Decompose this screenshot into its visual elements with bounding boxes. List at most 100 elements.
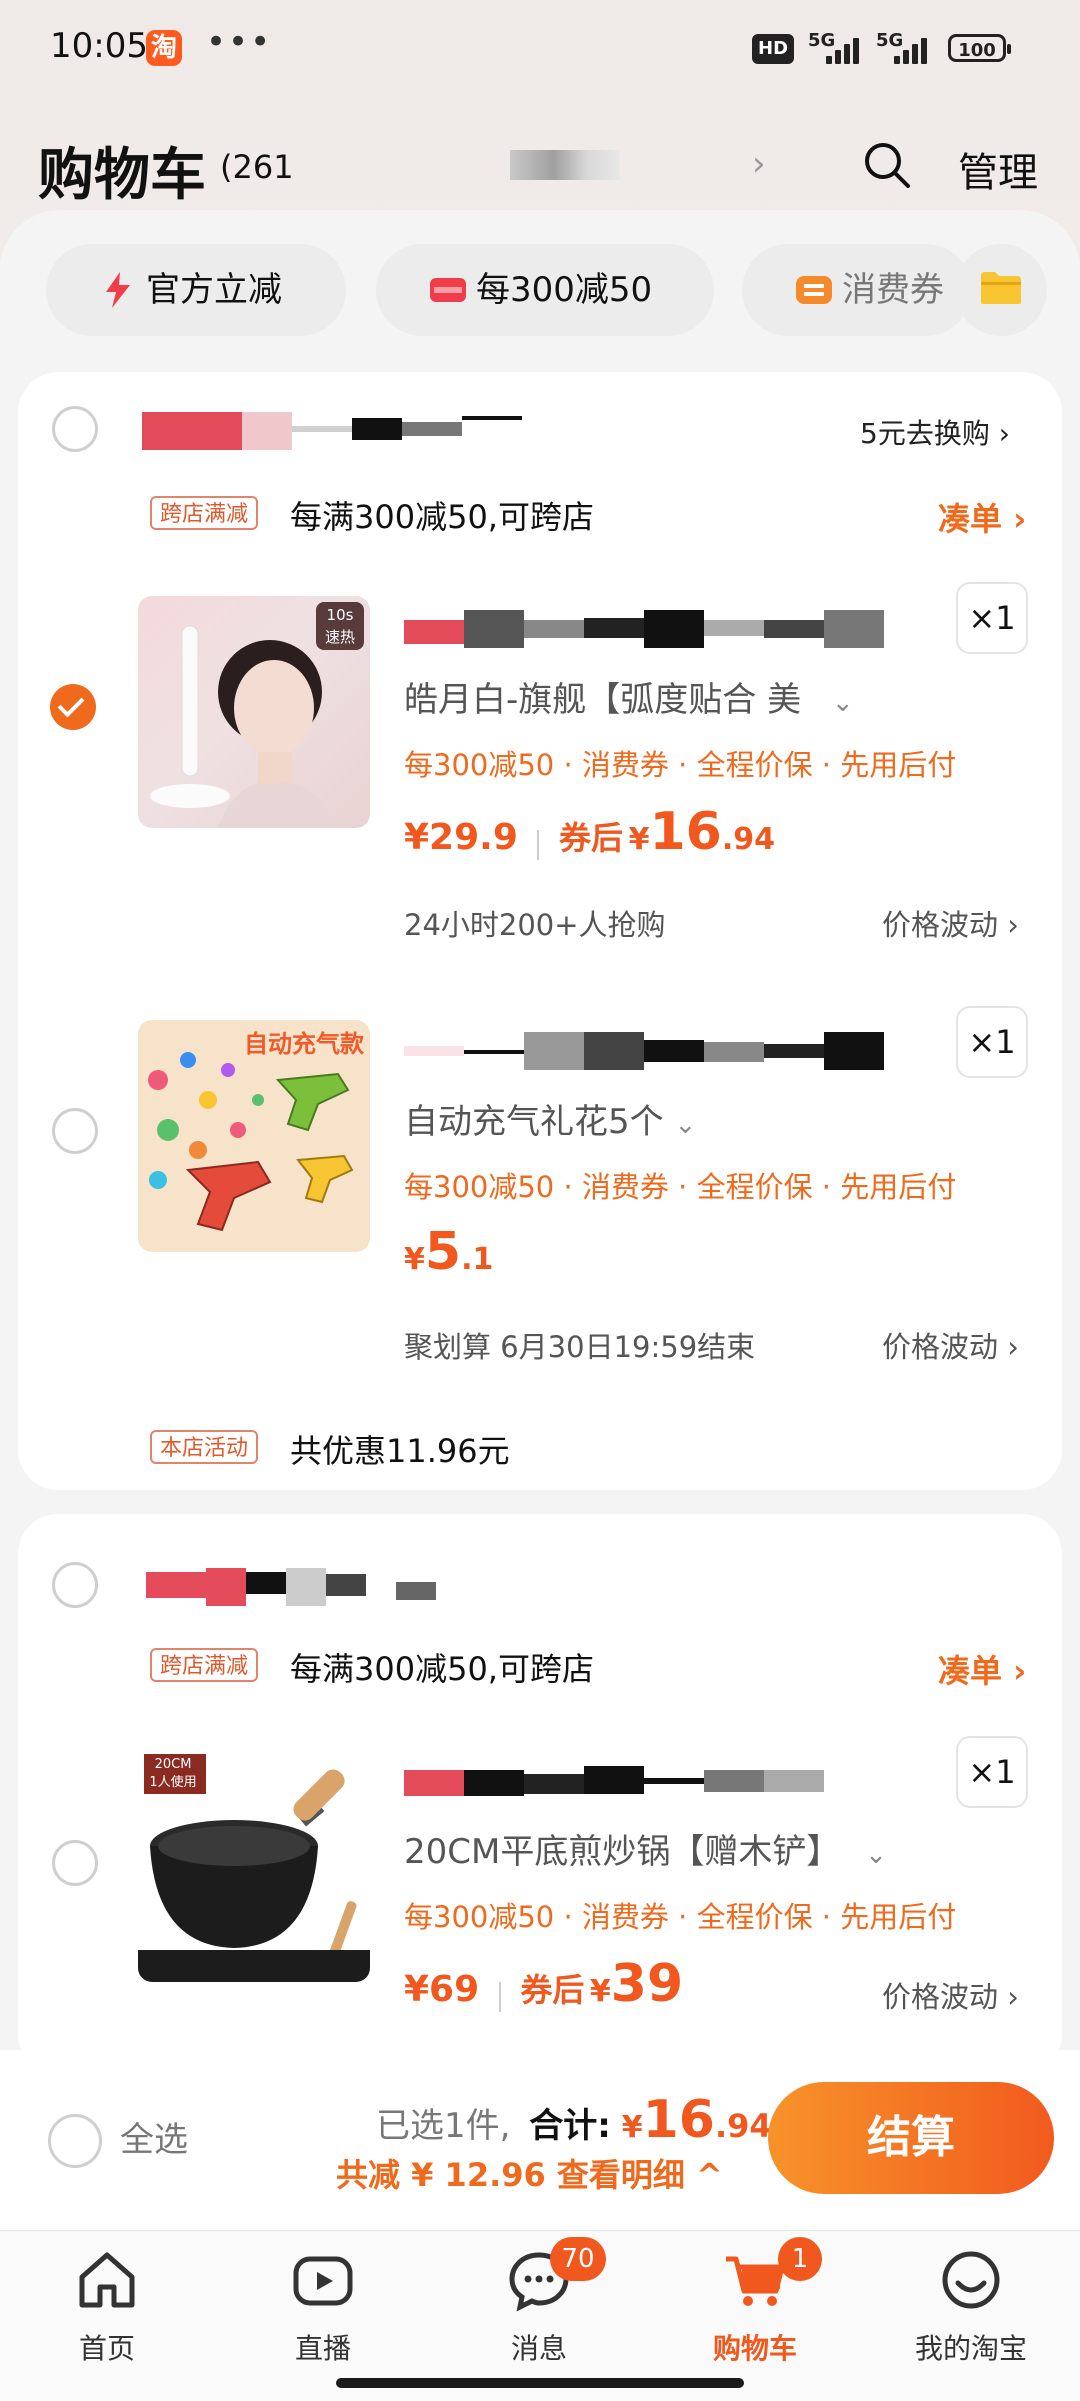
bottom-tab-bar: 首页 直播 消息 70 购物车 1 我的淘宝: [0, 2230, 1080, 2401]
benefits-text: 每300减50 · 消费券 · 全程价保 · 先用后付: [404, 748, 957, 782]
coudan-link[interactable]: 凑单 ›: [938, 1646, 1026, 1692]
cart-count: (261: [220, 148, 294, 186]
chip-label: 官方立减: [146, 270, 282, 310]
store-card: 5元去换购 › 跨店满减 每满300减50,可跨店 凑单 › 10s 速热 ×1 …: [18, 372, 1062, 1490]
total-label: 合计:: [529, 2106, 611, 2146]
quantity-button[interactable]: ×1: [956, 582, 1028, 654]
coudan-link[interactable]: 凑单 ›: [938, 494, 1026, 540]
thumb-badge: 10s 速热: [316, 602, 364, 650]
discount-detail-link[interactable]: 共减 ¥ 12.96 查看明细 ^: [336, 2150, 723, 2196]
item-select-checkbox[interactable]: [52, 1840, 98, 1886]
settlement-bar: 全选 已选1件, 合计: ¥16.94 共减 ¥ 12.96 查看明细 ^ 结算: [0, 2050, 1080, 2230]
store-select-checkbox[interactable]: [52, 1562, 98, 1608]
cross-store-tag: 跨店满减: [150, 496, 259, 530]
select-all-checkbox[interactable]: [48, 2114, 102, 2168]
promo-text: 每满300减50,可跨店: [290, 498, 594, 536]
selection-summary: 已选1件, 合计: ¥16.94: [376, 2090, 772, 2150]
signal-icon: [894, 36, 934, 64]
chip-official-discount[interactable]: 官方立减: [46, 244, 346, 336]
chip-300-minus-50[interactable]: 每300减50: [376, 244, 714, 336]
thumb-badge: 20CM 1人使用: [149, 1757, 197, 1790]
promo-text: 每满300减50,可跨店: [290, 1650, 594, 1688]
filter-chips: 官方立减 每300减50 消费券: [0, 244, 1080, 340]
quantity-button[interactable]: ×1: [956, 1006, 1028, 1078]
lightning-icon: [106, 272, 130, 308]
current-price: 5: [424, 1222, 462, 1282]
sales-meta: 24小时200+人抢购: [404, 908, 666, 942]
shop-discount-text: 共优惠11.96元: [290, 1432, 510, 1470]
status-time: 10:05: [50, 26, 148, 66]
profile-icon: [942, 2251, 1000, 2309]
live-icon: [293, 2256, 353, 2306]
more-dots-icon: •••: [206, 22, 273, 62]
chip-label: 消费券: [842, 270, 944, 310]
chip-voucher[interactable]: 消费券: [742, 244, 972, 336]
store-name-blurred[interactable]: [142, 412, 522, 450]
coupon-icon: [430, 278, 466, 302]
home-indicator[interactable]: [336, 2378, 744, 2388]
price-row: ¥5.1: [404, 1222, 494, 1282]
product-title-blurred[interactable]: [404, 1762, 884, 1800]
price-row: ¥29.9 券后 ¥16.94: [404, 802, 776, 862]
signal-icon: [826, 36, 866, 64]
cross-store-tag: 跨店满减: [150, 1648, 259, 1682]
chevron-down-icon: ⌄: [674, 1110, 697, 1140]
tab-home[interactable]: 首页: [22, 2245, 192, 2367]
price-fluctuation-link[interactable]: 价格波动 ›: [882, 1324, 1019, 1366]
exchange-link[interactable]: 5元去换购 ›: [860, 412, 1010, 452]
select-all-label[interactable]: 全选: [120, 2112, 188, 2161]
deal-meta: 聚划算 6月30日19:59结束: [404, 1330, 756, 1364]
thumb-text: 自动充气款: [244, 1030, 364, 1058]
battery-icon: 100: [948, 34, 1011, 62]
item-select-checkbox[interactable]: [52, 1108, 98, 1154]
folder-button[interactable]: [955, 244, 1047, 336]
chevron-down-icon: ⌄: [865, 1840, 887, 1870]
after-coupon-price: 39: [610, 1954, 684, 2014]
tab-messages[interactable]: 消息 70: [454, 2237, 624, 2367]
message-badge: 70: [550, 2237, 606, 2281]
manage-button[interactable]: 管理: [958, 140, 1038, 198]
chevron-right-icon[interactable]: ›: [752, 144, 766, 184]
search-icon[interactable]: [862, 140, 912, 190]
selected-count: 已选1件,: [376, 2106, 511, 2146]
status-bar: 10:05 淘 ••• HD 5G 5G 100: [0, 0, 1080, 96]
benefits-text: 每300减50 · 消费券 · 全程价保 · 先用后付: [404, 1170, 957, 1204]
cart-badge: 1: [778, 2237, 822, 2281]
price-row: ¥69 券后 ¥39: [404, 1954, 684, 2014]
total-amount: 16: [642, 2090, 715, 2150]
chip-label: 每300减50: [476, 270, 653, 310]
page-title: 购物车: [38, 143, 206, 208]
product-thumbnail[interactable]: 20CM 1人使用: [138, 1750, 370, 1982]
after-coupon-label: 券后: [559, 819, 624, 857]
original-price: ¥29.9: [404, 817, 518, 858]
checkout-button[interactable]: 结算: [768, 2082, 1054, 2194]
sku-selector[interactable]: 20CM平底煎炒锅【赠木铲】 ⌄: [404, 1824, 887, 1873]
store-select-checkbox[interactable]: [52, 406, 98, 452]
store-card: 跨店满减 每满300减50,可跨店 凑单 › 20CM 1人使用 ×1 20CM平…: [18, 1514, 1062, 2074]
tab-cart[interactable]: 购物车 1: [670, 2237, 840, 2367]
home-icon: [79, 2252, 135, 2308]
taobao-app-icon: 淘: [146, 30, 182, 66]
hd-icon: HD: [752, 34, 795, 64]
product-thumbnail[interactable]: 自动充气款: [138, 1020, 370, 1252]
price-fluctuation-link[interactable]: 价格波动 ›: [882, 1974, 1019, 2016]
after-coupon-label: 券后: [520, 1971, 585, 2009]
product-thumbnail[interactable]: 10s 速热: [138, 596, 370, 828]
benefits-text: 每300减50 · 消费券 · 全程价保 · 先用后付: [404, 1900, 957, 1934]
tab-live[interactable]: 直播: [238, 2245, 408, 2367]
product-title-blurred[interactable]: [404, 610, 884, 648]
voucher-icon: [796, 276, 832, 304]
address-blurred[interactable]: [510, 150, 620, 180]
store-name-blurred[interactable]: [146, 1568, 466, 1606]
shop-activity-tag: 本店活动: [150, 1430, 259, 1464]
tab-my-taobao[interactable]: 我的淘宝: [886, 2245, 1056, 2367]
original-price: ¥69: [404, 1969, 480, 2010]
item-select-checkbox[interactable]: [50, 684, 96, 730]
sku-selector[interactable]: 皓月白-旗舰【弧度贴合 美 ⌄: [404, 672, 854, 721]
folder-icon: [981, 272, 1021, 304]
price-fluctuation-link[interactable]: 价格波动 ›: [882, 902, 1019, 944]
chevron-down-icon: ⌄: [831, 688, 854, 718]
quantity-button[interactable]: ×1: [956, 1736, 1028, 1808]
sku-selector[interactable]: 自动充气礼花5个 ⌄: [404, 1094, 696, 1143]
product-title-blurred[interactable]: [404, 1032, 904, 1070]
